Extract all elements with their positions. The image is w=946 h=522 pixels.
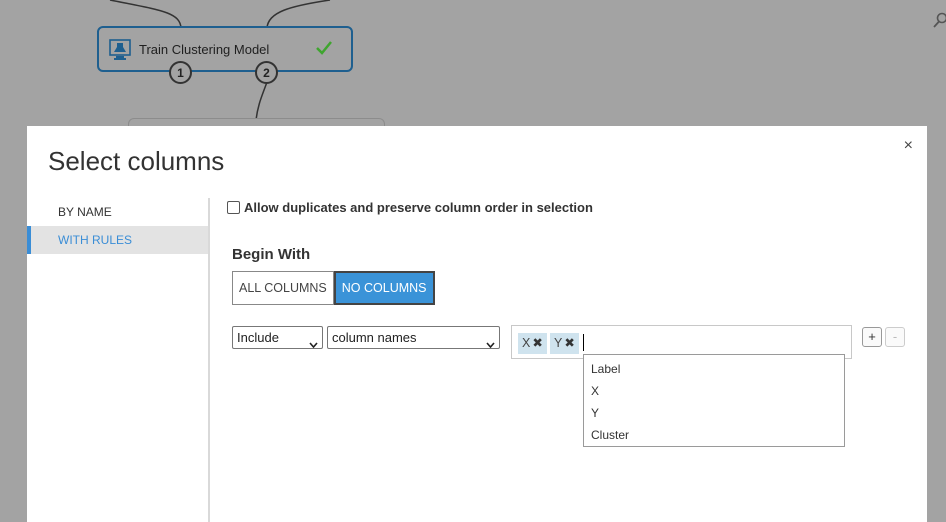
train-clustering-model-node[interactable]: Train Clustering Model 1 2 [97, 26, 353, 84]
include-select-value: Include [237, 330, 279, 345]
column-tag: Y ✖ [550, 333, 579, 354]
input-port-2[interactable]: 2 [255, 61, 278, 84]
selection-mode-sidebar: BY NAME WITH RULES [27, 198, 209, 522]
search-icon[interactable] [933, 12, 946, 30]
column-tag: X ✖ [518, 333, 547, 354]
remove-tag-icon[interactable]: ✖ [532, 336, 542, 350]
include-select[interactable]: Include [232, 326, 323, 349]
chevron-down-icon [309, 334, 318, 349]
criteria-select[interactable]: column names [327, 326, 500, 349]
flask-icon [109, 39, 131, 61]
suggestion-item[interactable]: Cluster [584, 424, 844, 446]
suggestion-item[interactable]: Label [584, 358, 844, 380]
allow-duplicates-checkbox[interactable] [227, 201, 240, 214]
close-button[interactable]: × [904, 138, 913, 154]
add-rule-button[interactable]: + [862, 327, 882, 347]
input-port-1[interactable]: 1 [169, 61, 192, 84]
tag-label: X [522, 336, 531, 350]
tag-label: Y [554, 336, 563, 350]
criteria-select-value: column names [332, 330, 417, 345]
all-columns-button[interactable]: ALL COLUMNS [232, 271, 334, 305]
begin-with-label: Begin With [232, 246, 311, 263]
sidebar-divider [208, 198, 210, 522]
dialog-title: Select columns [48, 146, 225, 176]
no-columns-button[interactable]: NO COLUMNS [333, 271, 435, 305]
remove-tag-icon[interactable]: ✖ [564, 336, 574, 350]
allow-duplicates-row: Allow duplicates and preserve column ord… [227, 200, 593, 215]
suggestion-item[interactable]: Y [584, 402, 844, 424]
text-cursor [583, 334, 584, 351]
begin-with-toggle: ALL COLUMNS NO COLUMNS [232, 271, 435, 305]
select-columns-dialog: Select columns × BY NAME WITH RULES Allo… [27, 126, 927, 522]
chevron-down-icon [486, 334, 495, 349]
checkmark-icon [315, 40, 333, 56]
allow-duplicates-label[interactable]: Allow duplicates and preserve column ord… [244, 200, 593, 215]
remove-rule-button[interactable]: - [885, 327, 905, 347]
column-suggestions-dropdown: Label X Y Cluster [583, 354, 845, 447]
node-title: Train Clustering Model [139, 42, 270, 57]
sidebar-item-by-name[interactable]: BY NAME [27, 198, 209, 226]
suggestion-item[interactable]: X [584, 380, 844, 402]
sidebar-item-with-rules[interactable]: WITH RULES [27, 226, 209, 254]
